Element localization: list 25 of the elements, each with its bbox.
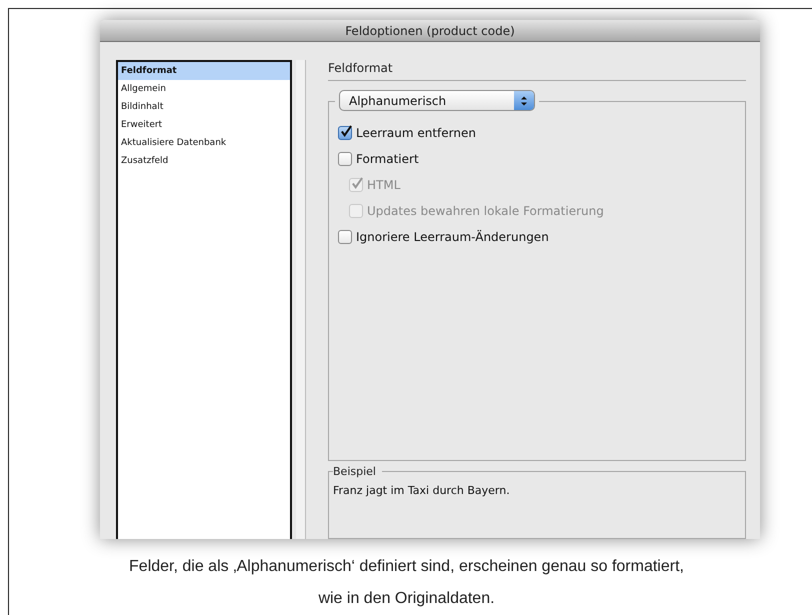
checkbox[interactable] [338,230,352,244]
stepper-icon [514,91,534,110]
option-label: Formatiert [356,150,419,168]
splitter-bar[interactable] [296,60,306,539]
sidebar-item[interactable]: Bildinhalt [118,98,290,116]
checkbox[interactable] [338,126,352,140]
example-text: Franz jagt im Taxi durch Bayern. [333,483,511,500]
sidebar-item[interactable]: Feldformat [118,62,290,80]
sidebar-item[interactable]: Zusatzfeld [118,152,290,170]
window-title: Feldoptionen (product code) [345,22,515,40]
check-icon [351,176,364,190]
checkbox[interactable] [338,152,352,166]
option-label: Updates bewahren lokale Formatierung [367,202,604,220]
section-title: Feldformat [328,60,394,76]
sidebar-item[interactable]: Erweitert [118,116,290,134]
caption-text: Felder, die als ‚Alphanumerisch‘ definiert sind, erscheinen genau so formatiert, [129,557,684,577]
check-icon [340,124,353,138]
sidebar-item[interactable]: Aktualisiere Datenbank [118,134,290,152]
option-label: Leerraum entfernen [356,124,476,142]
option-label: HTML [367,176,400,194]
option-label: Ignoriere Leerraum-Änderungen [356,228,549,246]
select-value: Alphanumerisch [348,92,448,110]
sidebar-item[interactable]: Allgemein [118,80,290,98]
caption-text: wie in den Originaldaten. [318,589,495,609]
example-title: Beispiel [333,465,382,480]
